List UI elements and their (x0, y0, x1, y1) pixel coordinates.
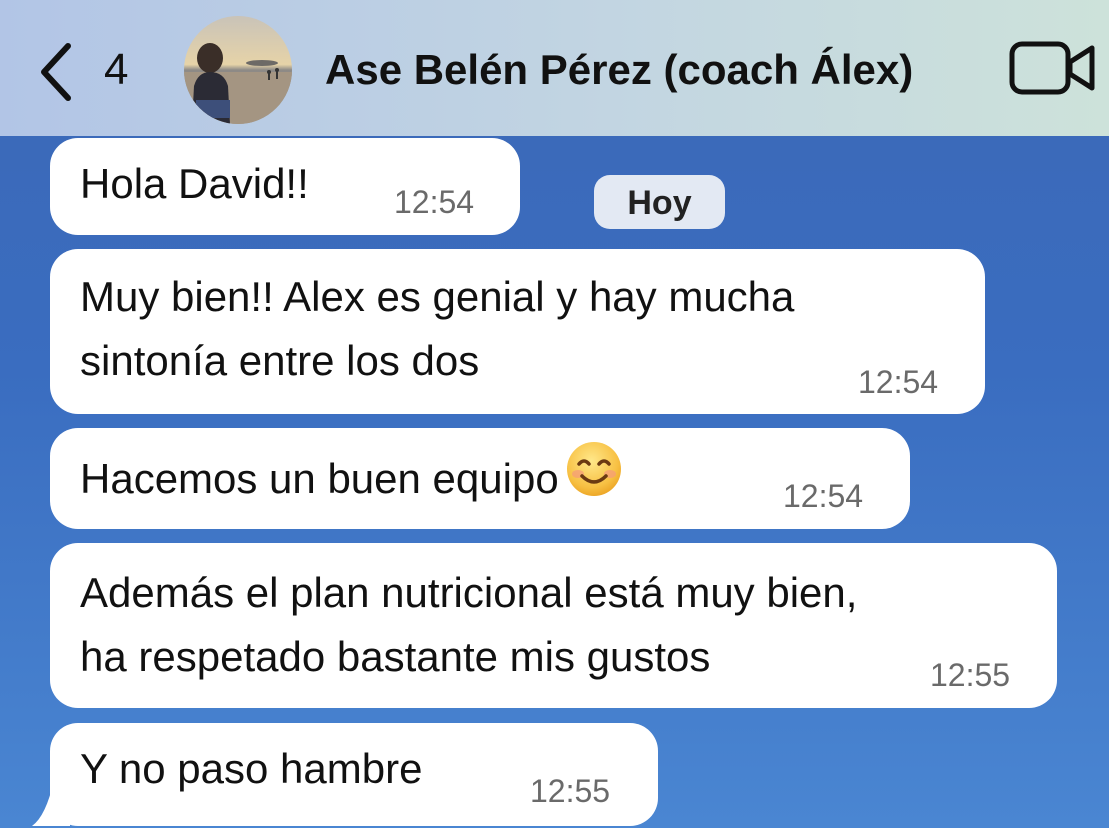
message-text: Además el plan nutricional está muy bien… (80, 569, 858, 616)
avatar[interactable] (184, 16, 292, 124)
message-text: sintonía entre los dos (80, 337, 480, 384)
message-text: Hacemos un buen equipo (80, 442, 623, 520)
message-bubble[interactable]: Y no paso hambre 12:55 (50, 723, 658, 826)
message-bubble[interactable]: Hacemos un buen equipo 12:54 (50, 428, 910, 529)
message-time: 12:54 (394, 184, 475, 220)
message-text-content: Hacemos un buen equipo (80, 455, 559, 503)
message-bubble[interactable]: Muy bien!! Alex es genial y hay mucha si… (50, 249, 985, 414)
unread-count: 4 (104, 45, 129, 94)
message-time: 12:54 (783, 478, 864, 514)
message-text: Muy bien!! Alex es genial y hay mucha (80, 273, 795, 320)
message-text: ha respetado bastante mis gustos (80, 633, 711, 680)
date-badge: Hoy (594, 175, 725, 229)
message-time: 12:54 (858, 364, 939, 400)
message-bubble[interactable]: Además el plan nutricional está muy bien… (50, 543, 1057, 708)
chat-header: 4 Ase Belén Pérez (coach Álex) (0, 0, 1109, 136)
smiling-face-emoji (565, 440, 623, 516)
contact-photo-avatar (184, 16, 292, 124)
message-text: Hola David!! (80, 160, 309, 207)
back-button[interactable]: 4 (36, 40, 146, 101)
message-bubble[interactable]: Hola David!! 12:54 (50, 138, 520, 235)
video-call-button[interactable] (1008, 40, 1098, 96)
chevron-left-icon (41, 43, 71, 101)
video-call-icon (1009, 41, 1095, 95)
contact-name[interactable]: Ase Belén Pérez (coach Álex) (325, 44, 913, 96)
message-time: 12:55 (930, 657, 1011, 693)
message-text: Y no paso hambre (80, 745, 423, 792)
message-time: 12:55 (530, 773, 611, 809)
